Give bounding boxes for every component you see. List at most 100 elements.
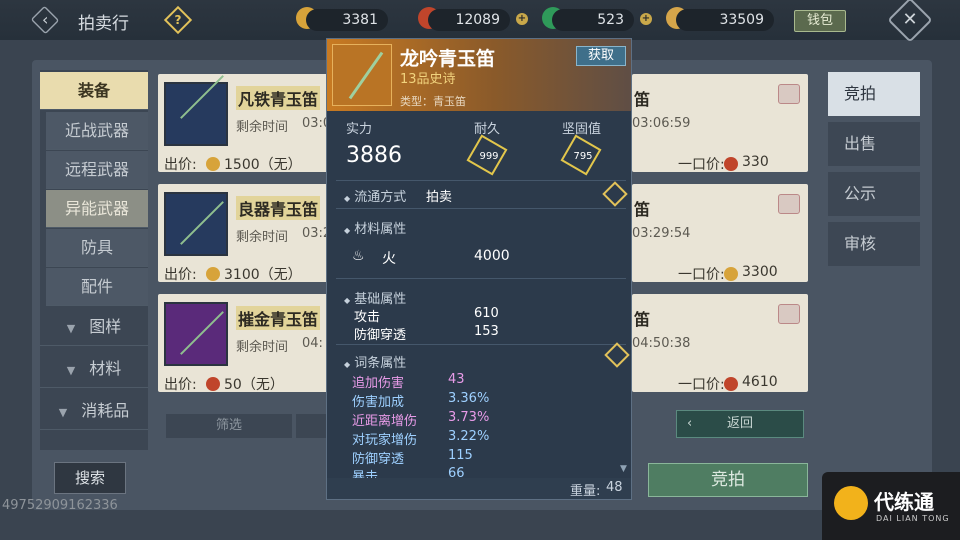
- brand-sub: DAI LIAN TONG: [876, 514, 950, 523]
- flute-thumbnail: [164, 192, 228, 256]
- heart-icon[interactable]: [778, 194, 800, 214]
- scroll-down-icon[interactable]: ▼: [620, 464, 627, 474]
- affix-name: 追加伤害: [352, 376, 405, 391]
- brand-logo-icon: [834, 486, 868, 520]
- tab-public[interactable]: 公示: [828, 172, 920, 216]
- nav-accessory[interactable]: 配件: [46, 268, 148, 306]
- listing-remain-label: 剩余时间: [236, 230, 289, 245]
- affix-value: 43: [448, 372, 465, 387]
- tab-sell[interactable]: 出售: [828, 122, 920, 166]
- nav-pattern-label: 图样: [89, 317, 122, 336]
- affix-value: 3.22%: [448, 429, 490, 444]
- heart-icon[interactable]: [778, 304, 800, 324]
- affix-value: 3.36%: [448, 391, 490, 406]
- nav-material-label: 材料: [89, 359, 122, 378]
- chevron-down-icon: ▼: [66, 364, 76, 377]
- gold-ingot-icon: [206, 157, 220, 171]
- base-attr-value: 153: [474, 324, 499, 339]
- fire-icon: ♨: [352, 248, 365, 264]
- nav-psionic[interactable]: 异能武器: [46, 190, 148, 228]
- listing-remain-label: 剩余时间: [236, 120, 289, 135]
- durability-label: 耐久: [474, 122, 501, 137]
- nav-melee[interactable]: 近战武器: [46, 112, 148, 150]
- return-button[interactable]: ‹ 返回: [676, 410, 804, 438]
- flute-thumbnail: [164, 82, 228, 146]
- affix-value: 66: [448, 466, 465, 478]
- element-name: 火: [382, 251, 396, 267]
- durability-hex: 999: [466, 134, 508, 176]
- wallet-button[interactable]: 钱包: [794, 10, 846, 32]
- listing-remain: 04:: [302, 336, 323, 351]
- listing-remain: 04:50:38: [632, 336, 691, 351]
- listing-name: 摧金青玉笛: [236, 306, 321, 330]
- search-button[interactable]: 搜索: [54, 462, 126, 494]
- heart-icon[interactable]: [778, 84, 800, 104]
- divider: [336, 180, 626, 181]
- buyout-label: 一口价:: [678, 267, 725, 283]
- nav-material[interactable]: ▼ 材料: [40, 350, 148, 388]
- divider: [336, 278, 626, 279]
- base-attr-name: 防御穿透: [354, 328, 407, 343]
- tab-review[interactable]: 审核: [828, 222, 920, 266]
- player-id: 49752909162336: [2, 498, 118, 513]
- affix-name: 暴击: [352, 470, 379, 478]
- affix-name: 近距离增伤: [352, 414, 418, 429]
- tab-bid[interactable]: 竞拍: [828, 72, 920, 116]
- diamond-icon: ◆: [344, 194, 351, 203]
- affix-label: 词条属性: [354, 356, 407, 371]
- brand-name: 代练通: [874, 490, 934, 514]
- weight-value: 48: [606, 480, 623, 495]
- base-section: ◆ 基础属性: [344, 288, 406, 307]
- chevron-left-icon: ‹: [687, 416, 693, 431]
- question-icon: ?: [174, 13, 182, 27]
- chevron-down-icon: ▼: [66, 322, 76, 335]
- buyout-price: 4610: [742, 374, 778, 390]
- item-name: 龙吟青玉笛: [400, 48, 496, 70]
- red-coin-icon: [206, 377, 220, 391]
- chevron-down-icon: ▼: [58, 406, 68, 419]
- circulation-value: 拍卖: [426, 190, 453, 205]
- filter-button[interactable]: 筛选: [166, 414, 292, 438]
- page-title: 拍卖行: [78, 14, 129, 34]
- divider: [336, 208, 626, 209]
- affix-value: 115: [448, 448, 473, 463]
- material-section: ◆ 材料属性: [344, 218, 406, 237]
- base-attr-value: 610: [474, 306, 499, 321]
- listing-price-label: 出价:: [164, 157, 197, 173]
- power-value: 3886: [346, 143, 402, 168]
- listing-name: 凡铁青玉笛: [236, 86, 321, 110]
- gold-ingot-icon: [724, 267, 738, 281]
- nav-equipment[interactable]: 装备: [40, 72, 148, 110]
- nav-consumable-label: 消耗品: [81, 401, 130, 420]
- bid-button[interactable]: 竞拍: [648, 463, 808, 497]
- durability-value: 999: [479, 151, 499, 162]
- nav-consumable[interactable]: ▼ 消耗品: [40, 392, 148, 430]
- listing-name: 笛: [634, 310, 651, 329]
- nav-ranged[interactable]: 远程武器: [46, 151, 148, 189]
- circulation-label: 流通方式: [354, 190, 407, 205]
- back-arrow-icon: ‹: [42, 10, 49, 29]
- return-label: 返回: [726, 416, 753, 431]
- currency-gold: 3381: [306, 9, 388, 31]
- divider: [336, 344, 626, 345]
- close-icon: ✕: [902, 9, 918, 30]
- listing-price: 50（无）: [224, 377, 284, 393]
- listing-price: 1500（无）: [224, 157, 302, 173]
- circulation-section: ◆ 流通方式: [344, 186, 406, 205]
- item-type: 类型：青玉笛: [400, 95, 466, 108]
- add-jade-button[interactable]: +: [640, 13, 652, 25]
- material-label: 材料属性: [354, 222, 407, 237]
- filter-extra[interactable]: [296, 414, 326, 438]
- add-red-button[interactable]: +: [516, 13, 528, 25]
- diamond-icon: ◆: [344, 226, 351, 235]
- listing-price-label: 出价:: [164, 267, 197, 283]
- affix-value: 3.73%: [448, 410, 490, 425]
- power-label: 实力: [346, 122, 373, 137]
- listing-price: 3100（无）: [224, 267, 302, 283]
- nav-armor[interactable]: 防具: [46, 229, 148, 267]
- currency-red: 12089: [428, 9, 510, 31]
- nav-pattern[interactable]: ▼ 图样: [40, 308, 148, 346]
- obtain-button[interactable]: 获取: [576, 46, 626, 66]
- listing-name: 良器青玉笛: [236, 196, 321, 220]
- firmness-hex: 795: [560, 134, 602, 176]
